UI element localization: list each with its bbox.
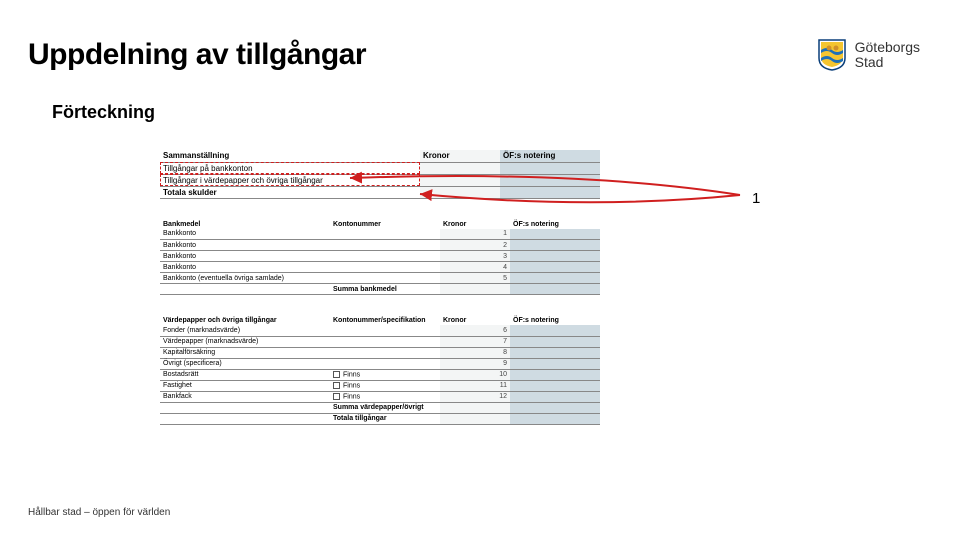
bank-table: Bankmedel Kontonummer Kronor ÖF:s noteri…: [160, 217, 600, 296]
table-row: Fonder (marknadsvärde)6: [160, 325, 600, 336]
table-row: Bankkonto3: [160, 251, 600, 262]
summary-row-debt: Totala skulder: [160, 186, 420, 198]
summary-table: Sammanställning Kronor ÖF:s notering Til…: [160, 150, 600, 199]
summary-row-sec: Tillgångar i värdepapper och övriga till…: [160, 174, 420, 186]
table-row: Bankkonto (eventuella övriga samlade)5: [160, 273, 600, 284]
summary-col-of: ÖF:s notering: [500, 150, 600, 162]
table-row: Övrigt (specificera)9: [160, 358, 600, 369]
bank-col4: ÖF:s notering: [510, 217, 600, 229]
summary-row-bank: Tillgångar på bankkonton: [160, 162, 420, 174]
table-row: FastighetFinns11: [160, 380, 600, 391]
securities-table: Värdepapper och övriga tillgångar Konton…: [160, 313, 600, 425]
bank-col2: Kontonummer: [330, 217, 440, 229]
table-row: Bankkonto2: [160, 240, 600, 251]
sec2-col2: Kontonummer/specifikation: [330, 313, 440, 325]
goteborg-crest-icon: [815, 38, 849, 72]
logo-text: Göteborgs Stad: [855, 40, 920, 71]
checkbox-icon: [333, 393, 340, 400]
sec2-col3: Kronor: [440, 313, 510, 325]
form-preview: Sammanställning Kronor ÖF:s notering Til…: [160, 150, 720, 425]
section-subtitle: Förteckning: [0, 72, 960, 131]
table-row: Bankkonto1: [160, 229, 600, 240]
summary-heading: Sammanställning: [160, 150, 420, 162]
sec2-heading: Värdepapper och övriga tillgångar: [160, 313, 330, 325]
bank-sum: Summa bankmedel: [330, 284, 440, 295]
bank-col3: Kronor: [440, 217, 510, 229]
table-row: BankfackFinns12: [160, 391, 600, 402]
callout-number-1: 1: [752, 190, 760, 207]
sec2-sum: Summa värdepapper/övrigt: [330, 402, 440, 413]
sec2-col4: ÖF:s notering: [510, 313, 600, 325]
checkbox-icon: [333, 382, 340, 389]
bank-heading: Bankmedel: [160, 217, 330, 229]
footer-text: Hållbar stad – öppen för världen: [28, 507, 170, 518]
table-row: Bankkonto4: [160, 262, 600, 273]
table-row: Kapitalförsäkring8: [160, 347, 600, 358]
checkbox-icon: [333, 371, 340, 378]
page-title: Uppdelning av tillgångar: [28, 38, 366, 72]
table-row: BostadsrättFinns10: [160, 369, 600, 380]
table-row: Värdepapper (marknadsvärde)7: [160, 336, 600, 347]
logo: Göteborgs Stad: [815, 38, 920, 72]
sec2-total: Totala tillgångar: [330, 413, 440, 424]
summary-col-kronor: Kronor: [420, 150, 500, 162]
